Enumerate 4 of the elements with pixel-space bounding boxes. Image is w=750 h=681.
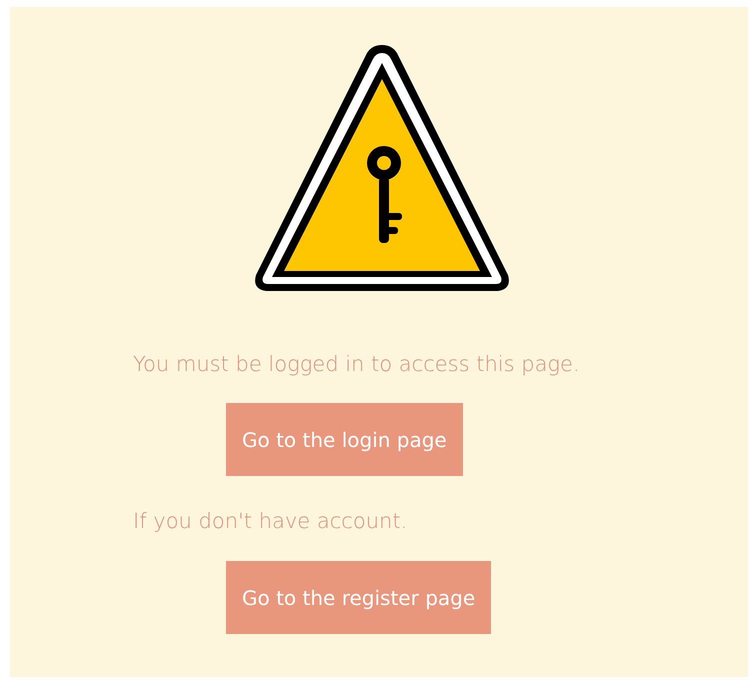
no-account-message: If you don't have account.: [133, 508, 408, 535]
login-button[interactable]: Go to the login page: [226, 403, 463, 476]
register-button[interactable]: Go to the register page: [226, 561, 492, 634]
login-required-message: You must be logged in to access this page.: [133, 351, 581, 378]
